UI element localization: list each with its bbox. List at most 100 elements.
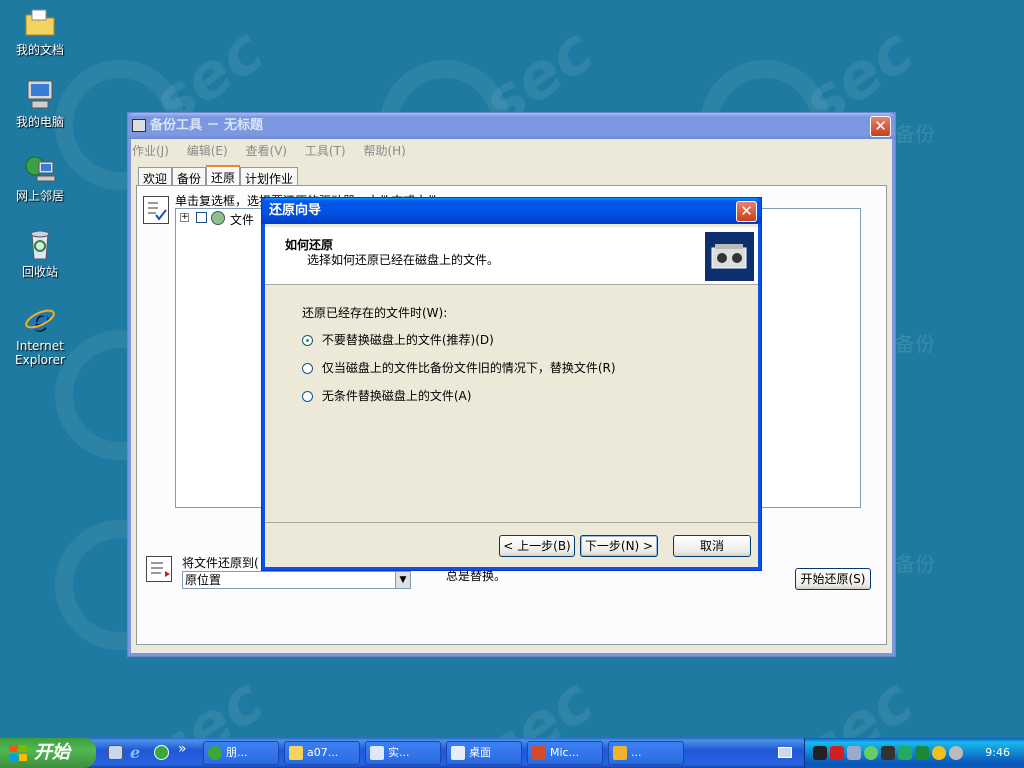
tray-qq-icon[interactable]: [813, 746, 827, 760]
restore-location-select[interactable]: 原位置 ▼: [182, 571, 411, 589]
chevron-down-icon[interactable]: ▼: [395, 572, 410, 588]
desktop-icon-internet-explorer[interactable]: e Internet Explorer: [0, 302, 80, 367]
document-icon: [370, 746, 384, 760]
tray-shield-icon[interactable]: [915, 746, 929, 760]
desktop-icon-label: Internet: [16, 339, 64, 353]
backup-tape-icon: [705, 232, 754, 281]
taskbar: 开始 e » 朋... a07... 实... 桌面 Mic... ... 9:…: [0, 738, 1024, 768]
cancel-button[interactable]: 取消: [673, 535, 751, 557]
next-button[interactable]: 下一步(N) >: [580, 535, 658, 557]
tab-backup[interactable]: 备份: [172, 167, 207, 187]
taskbar-button-1[interactable]: 朋...: [203, 741, 279, 765]
taskbar-button-5[interactable]: Mic...: [527, 741, 603, 765]
desktop-icon-label: 网上邻居: [15, 189, 64, 203]
backup-window-titlebar[interactable]: 备份工具 － 无标题 ✕: [128, 113, 895, 139]
wizard-divider: [265, 522, 758, 523]
wizard-titlebar[interactable]: 还原向导 ✕: [262, 198, 761, 224]
tray-network-icon[interactable]: [847, 746, 861, 760]
radio-unchecked-icon[interactable]: [302, 391, 313, 402]
quicklaunch-messenger-icon[interactable]: [154, 745, 169, 760]
backup-menubar: 作业(J) 编辑(E) 查看(V) 工具(T) 帮助(H): [132, 142, 420, 159]
taskbar-button-3[interactable]: 实...: [365, 741, 441, 765]
option-do-not-replace-label: 不要替换磁盘上的文件(推荐)(D): [321, 333, 494, 347]
option-do-not-replace[interactable]: 不要替换磁盘上的文件(推荐)(D): [302, 331, 494, 348]
tray-display-icon[interactable]: [898, 746, 912, 760]
browser-icon: [208, 746, 222, 760]
wizard-header-subtitle: 选择如何还原已经在磁盘上的文件。: [307, 253, 500, 267]
tray-volume-icon[interactable]: [949, 746, 963, 760]
tree-item-label[interactable]: 文件: [230, 211, 254, 228]
radio-unchecked-icon[interactable]: [302, 363, 313, 374]
quicklaunch-app-icon[interactable]: [108, 745, 123, 760]
quicklaunch-chevron[interactable]: »: [178, 741, 187, 757]
system-tray: 9:46: [804, 738, 1024, 768]
tray-clock: 9:46: [985, 746, 1010, 759]
desktop-icon: [451, 746, 465, 760]
option-always-replace[interactable]: 无条件替换磁盘上的文件(A): [302, 387, 471, 404]
menu-edit[interactable]: 编辑(E): [187, 144, 228, 158]
tray-sync-icon[interactable]: [864, 746, 878, 760]
restore-wizard-dialog: 还原向导 ✕ 如何还原 选择如何还原已经在磁盘上的文件。 还原已经存在的文件时(…: [261, 197, 762, 571]
checklist-icon: [143, 196, 169, 224]
wizard-close-button[interactable]: ✕: [736, 201, 757, 222]
network-icon: [23, 152, 57, 186]
taskbar-button-2[interactable]: a07...: [284, 741, 360, 765]
option-replace-if-older-label: 仅当磁盘上的文件比备份文件旧的情况下，替换文件(R): [321, 361, 616, 375]
desktop-icon-network[interactable]: 网上邻居: [0, 152, 80, 203]
recycle-bin-icon: [23, 228, 57, 262]
desktop-icon-my-computer[interactable]: 我的电脑: [0, 78, 80, 129]
restore-to-label: 将文件还原到(: [182, 556, 259, 570]
start-restore-button[interactable]: 开始还原(S): [795, 568, 871, 590]
office-app-icon: [532, 746, 546, 760]
tree-expand-icon[interactable]: +: [180, 213, 189, 222]
menu-view[interactable]: 查看(V): [246, 144, 288, 158]
option-replace-if-older[interactable]: 仅当磁盘上的文件比备份文件旧的情况下，替换文件(R): [302, 359, 616, 376]
tab-welcome[interactable]: 欢迎: [138, 167, 173, 187]
backup-window-close-button[interactable]: ✕: [870, 116, 891, 137]
close-icon: ✕: [740, 202, 753, 220]
internet-explorer-icon: e: [23, 302, 57, 338]
tray-antivirus-icon[interactable]: [830, 746, 844, 760]
close-icon: ✕: [874, 117, 887, 135]
windows-flag-icon: [9, 745, 27, 761]
quick-launch: e »: [104, 741, 194, 762]
svg-text:e: e: [31, 303, 49, 336]
option-always-replace-label: 无条件替换磁盘上的文件(A): [321, 389, 472, 403]
backup-app-icon: [132, 119, 146, 132]
tray-qq2-icon[interactable]: [881, 746, 895, 760]
restore-to-icon: [146, 556, 172, 582]
back-button[interactable]: < 上一步(B): [499, 535, 575, 557]
start-label: 开始: [34, 742, 70, 763]
menu-tools[interactable]: 工具(T): [305, 144, 346, 158]
backup-window-title: 备份工具 － 无标题: [150, 118, 264, 133]
tab-restore[interactable]: 还原: [206, 165, 241, 187]
desktop-icon-label: 我的文档: [15, 43, 64, 57]
menu-job[interactable]: 作业(J): [132, 144, 169, 158]
desktop-icon-my-documents[interactable]: 我的文档: [0, 6, 80, 57]
computer-icon: [23, 78, 57, 112]
radio-checked-icon[interactable]: [302, 335, 313, 346]
keyboard-icon[interactable]: [778, 747, 792, 758]
taskbar-button-desktop[interactable]: 桌面: [446, 741, 522, 765]
desktop-icon-recycle-bin[interactable]: 回收站: [0, 228, 80, 279]
folder-icon: [289, 746, 303, 760]
tray-plus-icon[interactable]: [932, 746, 946, 760]
backup-tabs: 欢迎 备份 还原 计划作业: [138, 165, 299, 187]
note-icon: [613, 746, 627, 760]
menu-help[interactable]: 帮助(H): [363, 144, 405, 158]
quicklaunch-ie-icon[interactable]: e: [130, 743, 140, 762]
wizard-title: 还原向导: [269, 203, 322, 218]
replace-option-label: 还原已经存在的文件时(W):: [302, 306, 448, 320]
desktop-icon-label: 我的电脑: [15, 115, 64, 129]
restore-location-value: 原位置: [185, 573, 222, 587]
folder-icon: [23, 6, 57, 40]
watermark-subtext: 备份: [895, 122, 935, 146]
file-icon: [211, 211, 225, 225]
taskbar-button-6[interactable]: ...: [608, 741, 684, 765]
desktop-icon-label: 回收站: [21, 265, 58, 279]
tab-schedule[interactable]: 计划作业: [240, 167, 299, 187]
tree-checkbox[interactable]: [196, 212, 207, 223]
start-button[interactable]: 开始: [0, 738, 96, 768]
wizard-header: 如何还原 选择如何还原已经在磁盘上的文件。: [265, 227, 758, 285]
desktop-icon-label: Explorer: [15, 353, 65, 367]
